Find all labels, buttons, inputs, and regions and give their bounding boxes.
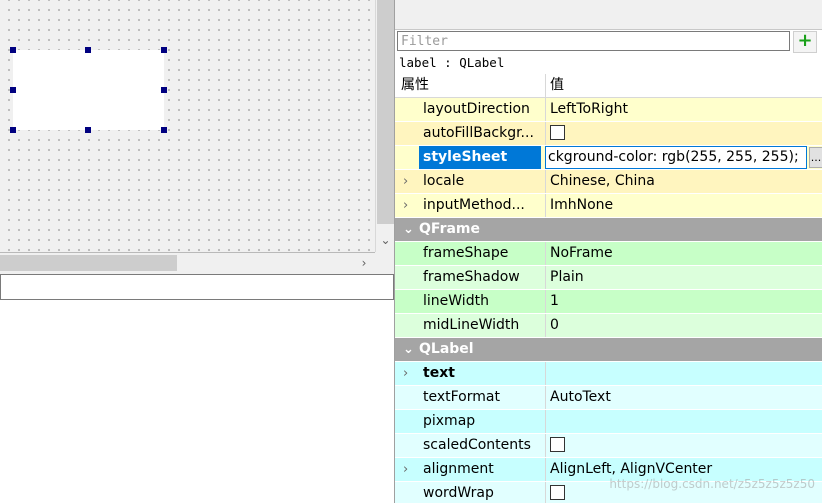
section-title: QFrame [419, 221, 481, 237]
resize-handle-bottom[interactable] [85, 127, 91, 133]
property-name: inputMethod... [423, 197, 525, 213]
property-name: midLineWidth [423, 317, 520, 333]
watermark-text: https://blog.csdn.net/z5z5z5z5z50 [609, 477, 815, 491]
canvas-vertical-scrollbar[interactable]: ⌄ [375, 0, 395, 252]
bottom-panel [0, 274, 394, 503]
add-dynamic-property-button[interactable]: + [793, 31, 817, 53]
resize-handle-top-left[interactable] [10, 47, 16, 53]
property-row-layoutdirection[interactable]: layoutDirection LeftToRight [395, 98, 822, 122]
property-name-selected: styleSheet [419, 146, 541, 169]
filter-input[interactable] [397, 31, 790, 51]
property-value[interactable]: ImhNone [545, 194, 822, 217]
vertical-scrollbar-thumb[interactable] [377, 0, 394, 224]
property-name: scaledContents [423, 437, 531, 453]
property-name: lineWidth [423, 293, 489, 309]
property-row-textformat[interactable]: textFormat AutoText [395, 386, 822, 410]
property-value[interactable]: Plain [545, 266, 822, 289]
scaledcontents-checkbox[interactable] [550, 436, 565, 452]
property-row-midlinewidth[interactable]: midLineWidth 0 [395, 314, 822, 338]
property-value[interactable]: Chinese, China [545, 170, 822, 193]
chevron-right-icon[interactable]: › [403, 194, 408, 217]
resize-handle-left[interactable] [10, 87, 16, 93]
property-name: locale [423, 173, 465, 189]
chevron-down-icon[interactable]: ⌄ [376, 230, 395, 250]
property-value[interactable]: LeftToRight [545, 98, 822, 121]
property-row-frameshape[interactable]: frameShape NoFrame [395, 242, 822, 266]
property-name: frameShape [423, 245, 509, 261]
property-row-inputmethodhints[interactable]: › inputMethod... ImhNone [395, 194, 822, 218]
property-table: 属性 值 layoutDirection LeftToRight autoFil… [395, 74, 822, 503]
property-row-linewidth[interactable]: lineWidth 1 [395, 290, 822, 314]
property-value[interactable] [545, 410, 822, 433]
property-row-frameshadow[interactable]: frameShadow Plain [395, 266, 822, 290]
property-value[interactable]: NoFrame [545, 242, 822, 265]
property-row-stylesheet[interactable]: styleSheet ckground-color: rgb(255, 255,… [395, 146, 822, 170]
chevron-right-icon[interactable]: › [403, 458, 408, 481]
chevron-right-icon[interactable]: › [403, 170, 408, 193]
property-name: alignment [423, 461, 494, 477]
resize-handle-bottom-right[interactable] [161, 127, 167, 133]
property-name: autoFillBackgr... [423, 125, 534, 141]
filter-row: + [395, 30, 822, 53]
scrollbar-corner [375, 253, 395, 273]
chevron-down-icon[interactable]: ⌄ [403, 218, 414, 241]
resize-handle-right[interactable] [161, 87, 167, 93]
chevron-right-icon[interactable]: › [354, 253, 374, 273]
canvas-horizontal-scrollbar[interactable]: › [0, 253, 375, 273]
bottom-panel-field[interactable] [0, 274, 394, 300]
property-editor: + label : QLabel 属性 值 layoutDirection Le… [394, 0, 822, 503]
selected-label-widget[interactable] [10, 47, 167, 133]
property-value [545, 434, 822, 457]
wordwrap-checkbox[interactable] [550, 484, 565, 500]
section-title: QLabel [419, 341, 474, 357]
property-name: frameShadow [423, 269, 520, 285]
resize-handle-bottom-left[interactable] [10, 127, 16, 133]
property-row-locale[interactable]: › locale Chinese, China [395, 170, 822, 194]
property-value[interactable]: 1 [545, 290, 822, 313]
stylesheet-value-text: ckground-color: rgb(255, 255, 255); [548, 149, 799, 165]
property-row-pixmap[interactable]: pixmap [395, 410, 822, 434]
property-row-scaledcontents[interactable]: scaledContents [395, 434, 822, 458]
autofillbackground-checkbox[interactable] [550, 124, 565, 140]
stylesheet-value-editor[interactable]: ckground-color: rgb(255, 255, 255); [545, 146, 807, 169]
property-value[interactable]: 0 [545, 314, 822, 337]
form-canvas[interactable] [0, 0, 375, 253]
header-value: 值 [545, 74, 822, 97]
property-row-text[interactable]: › text [395, 362, 822, 386]
plus-icon: + [797, 30, 813, 51]
horizontal-scrollbar-thumb[interactable] [0, 255, 177, 271]
property-name: text [423, 365, 455, 381]
property-name: pixmap [423, 413, 476, 429]
table-header: 属性 值 [395, 74, 822, 98]
property-value [545, 122, 822, 145]
object-class-label: label : QLabel [399, 55, 505, 70]
property-row-autofillbackground[interactable]: autoFillBackgr... [395, 122, 822, 146]
resize-handle-top-right[interactable] [161, 47, 167, 53]
property-editor-toolbar [395, 0, 822, 30]
stylesheet-more-button[interactable]: ... [809, 147, 822, 168]
section-qlabel[interactable]: ⌄ QLabel [395, 338, 822, 362]
resize-handle-top[interactable] [85, 47, 91, 53]
chevron-right-icon[interactable]: › [403, 362, 408, 385]
property-value[interactable]: AutoText [545, 386, 822, 409]
property-name: wordWrap [423, 485, 494, 501]
property-name: layoutDirection [423, 101, 530, 117]
section-qframe[interactable]: ⌄ QFrame [395, 218, 822, 242]
property-value[interactable] [545, 362, 822, 385]
property-name: textFormat [423, 389, 500, 405]
chevron-down-icon[interactable]: ⌄ [403, 338, 414, 361]
header-property: 属性 [401, 77, 429, 93]
